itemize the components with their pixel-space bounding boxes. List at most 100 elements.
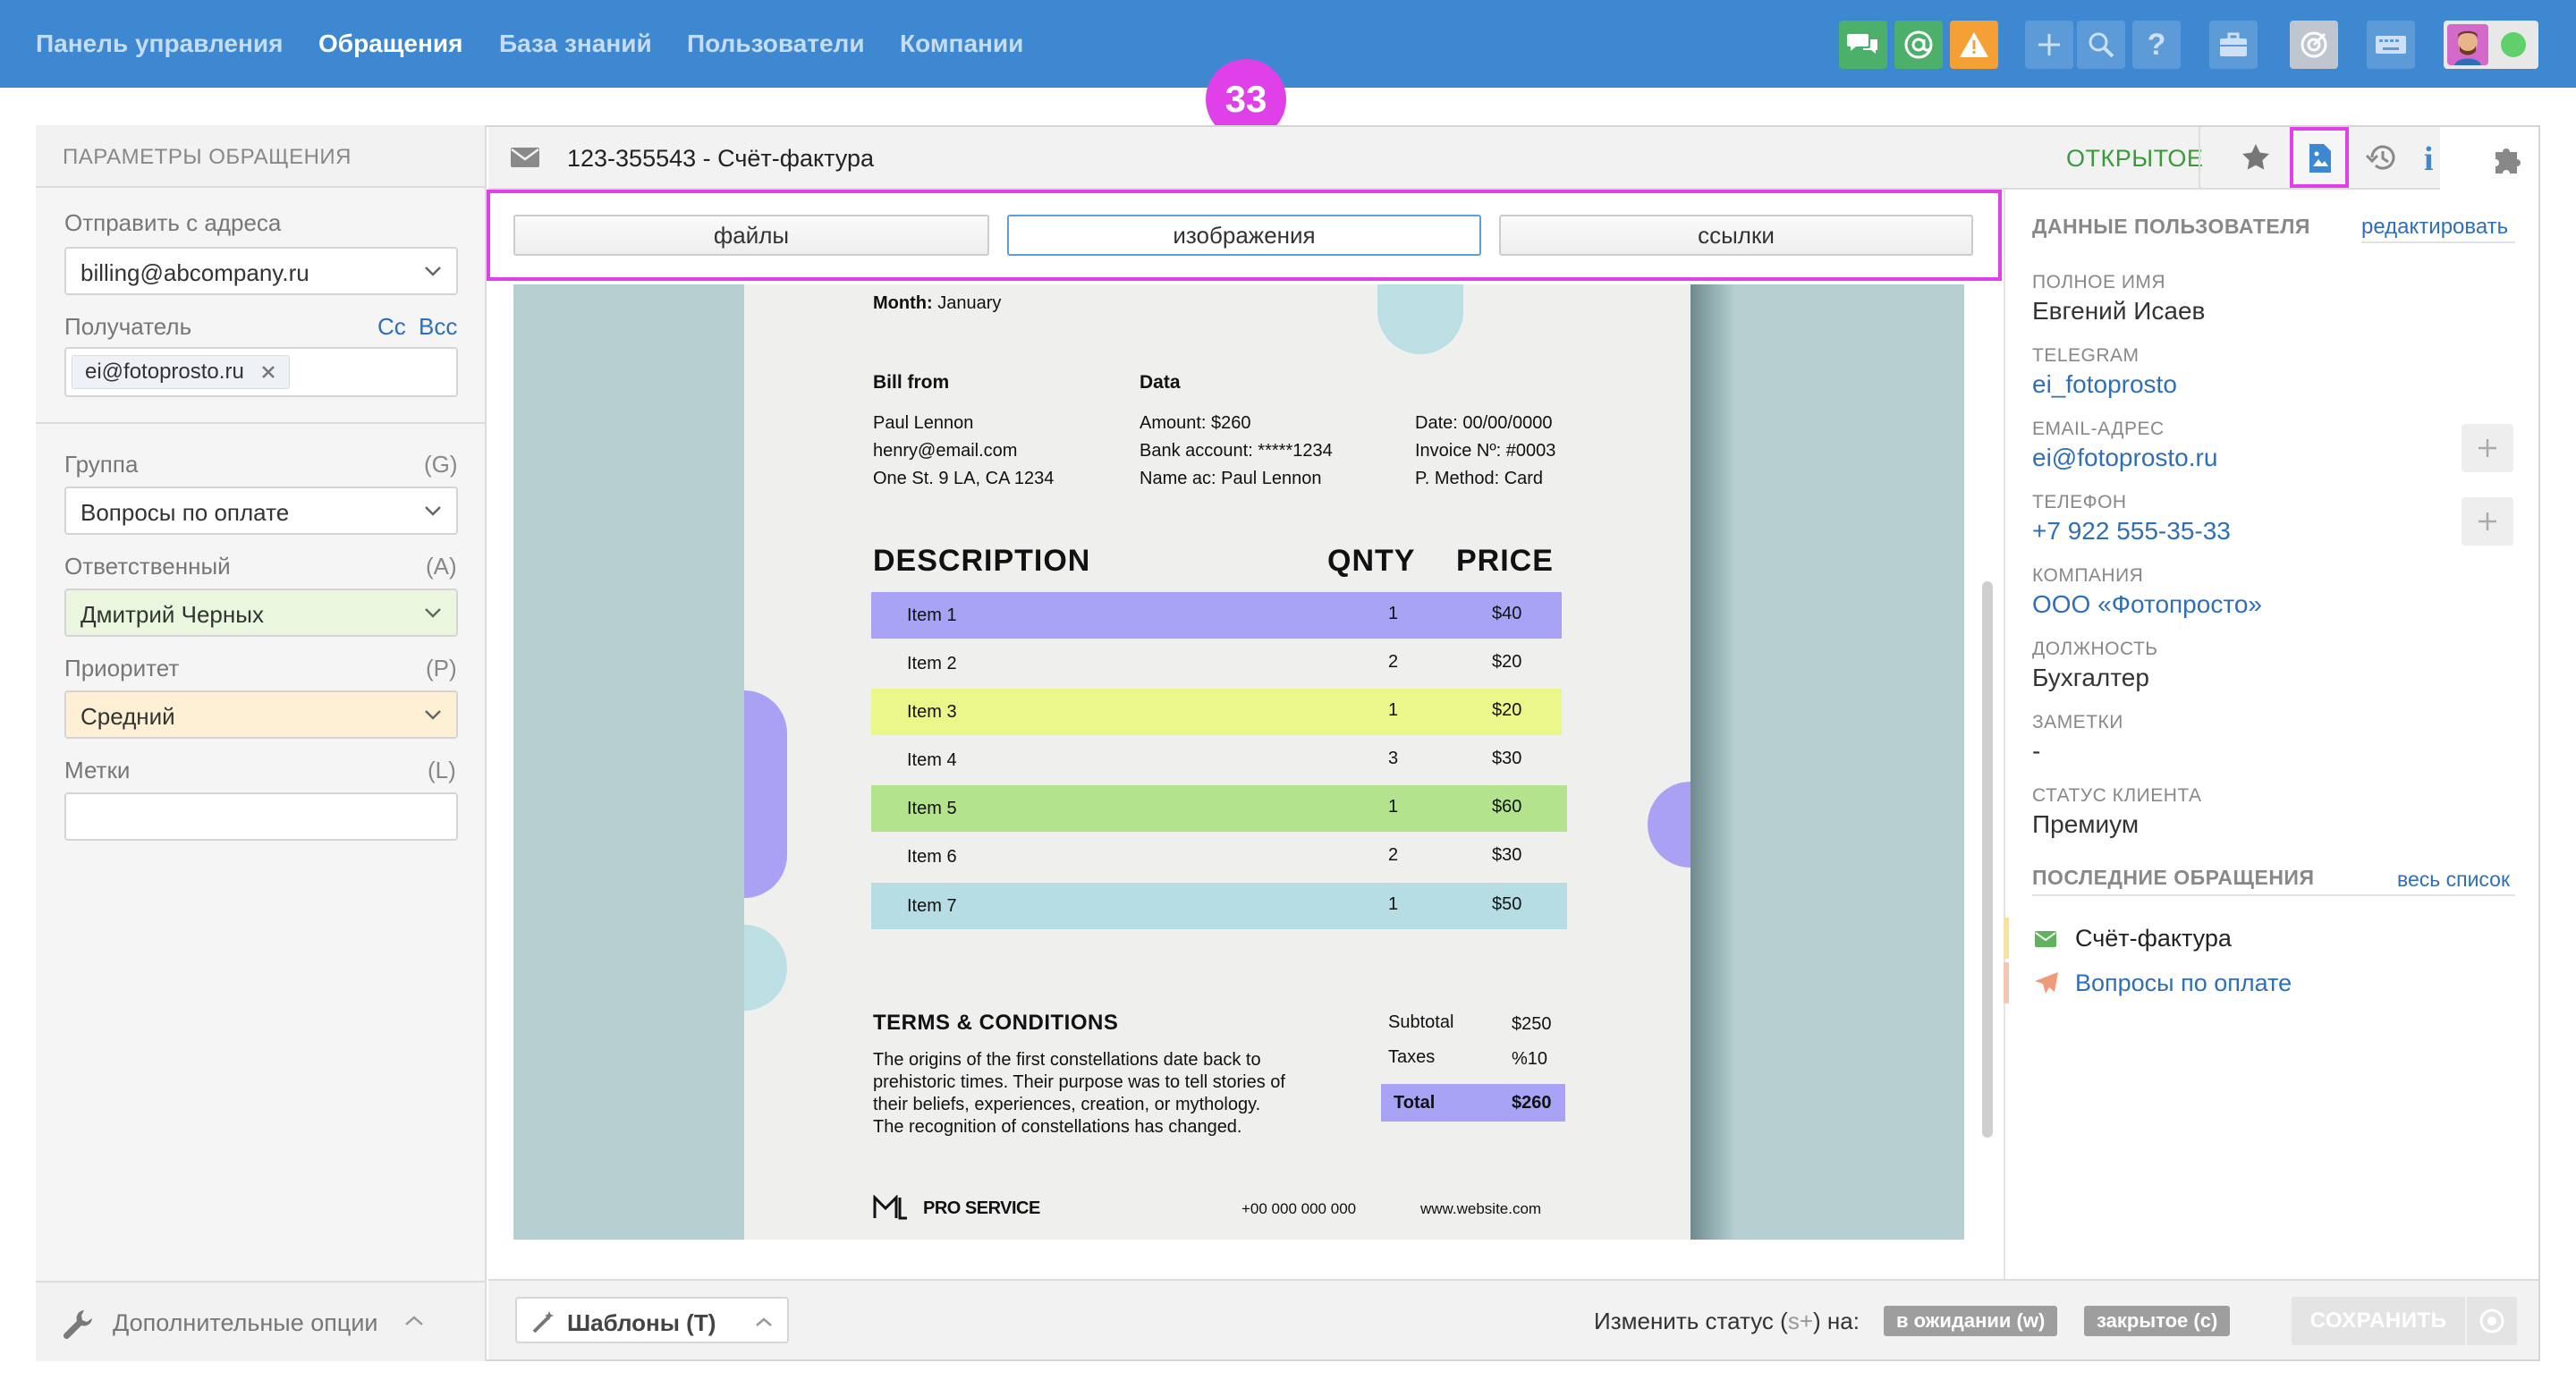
meta-line: P. Method: Card (1415, 469, 1544, 488)
edit-user-link[interactable]: редактировать (2361, 215, 2508, 240)
cc-link[interactable]: Cc (377, 313, 406, 341)
phone-link[interactable]: +7 922 555-35-33 (2032, 517, 2231, 546)
info-icon[interactable]: i (2424, 140, 2434, 179)
save-options-button[interactable] (2467, 1297, 2517, 1345)
save-button[interactable]: СОХРАНИТЬ (2292, 1297, 2465, 1345)
terms-line: prehistoric times. Their purpose was to … (873, 1072, 1285, 1092)
status-pending-button[interactable]: в ожидании (w) (1884, 1306, 2058, 1336)
from-line: Paul Lennon (873, 413, 974, 433)
tags-hotkey: (L) (428, 757, 456, 783)
send-from-value: billing@abcompany.ru (80, 259, 309, 286)
invoice-item-row: Item 4 3 $30 (871, 737, 1562, 783)
add-email-button[interactable] (2462, 424, 2513, 472)
recent-ticket-title: Счёт-фактура (2075, 925, 2232, 952)
group-label: Группа (64, 451, 139, 478)
templates-button[interactable]: Шаблоны (T) (515, 1297, 789, 1343)
help-icon[interactable]: ? (2132, 21, 2181, 69)
target-icon[interactable] (2290, 21, 2338, 69)
warning-icon[interactable] (1950, 21, 1998, 69)
extra-options-bar[interactable]: Дополнительные опции (36, 1281, 485, 1361)
group-value: Вопросы по оплате (80, 499, 290, 526)
panel-header: ПАРАМЕТРЫ ОБРАЩЕНИЯ (36, 125, 485, 188)
invoice-item-row: Item 6 2 $30 (871, 834, 1562, 880)
invoice-item-row: Item 2 2 $20 (871, 640, 1562, 687)
status-badge[interactable]: ОТКРЫТОЕ (2066, 145, 2203, 173)
data-line: Amount: $260 (1140, 413, 1251, 433)
chevron-down-icon (424, 265, 442, 277)
company-link[interactable]: ООО «Фотопросто» (2032, 590, 2262, 619)
full-name-label: ПОЛНОЕ ИМЯ (2032, 272, 2166, 292)
recent-ticket-title: Вопросы по оплате (2075, 969, 2292, 996)
nav-companies[interactable]: Компании (900, 0, 1023, 88)
tab-files[interactable]: файлы (513, 215, 989, 256)
divider (2032, 894, 2515, 896)
invoice-item-price: $20 (1492, 700, 1522, 720)
group-hotkey: (G) (424, 451, 458, 478)
meta-line: Invoice Nº: #0003 (1415, 441, 1556, 461)
recent-ticket-item[interactable]: Вопросы по оплате (2004, 961, 2540, 1005)
keyboard-icon[interactable] (2367, 21, 2415, 69)
client-status-value: Премиум (2032, 810, 2140, 838)
invoice-item-price: $60 (1492, 797, 1522, 817)
paper-plane-icon (2034, 971, 2059, 995)
user-section-title: ДАННЫЕ ПОЛЬЗОВАТЕЛЯ (2032, 215, 2310, 238)
nav-dashboard[interactable]: Панель управления (36, 0, 283, 88)
nav-users[interactable]: Пользователи (687, 0, 865, 88)
decor-shape (1648, 782, 1690, 868)
priority-select[interactable]: Средний (64, 690, 458, 739)
total-label: Total (1394, 1093, 1436, 1113)
status-closed-button[interactable]: закрытое (c) (2084, 1306, 2231, 1336)
at-icon[interactable] (1894, 21, 1943, 69)
add-phone-button[interactable] (2462, 497, 2513, 546)
ticket-status-stripe (2004, 918, 2009, 959)
tab-links[interactable]: ссылки (1499, 215, 1973, 256)
recipient-field[interactable]: ei@fotoprosto.ru (64, 347, 458, 397)
invoice-item-qty: 1 (1388, 894, 1399, 914)
star-icon[interactable] (2240, 141, 2272, 174)
telegram-link[interactable]: ei_fotoprosto (2032, 370, 2177, 399)
position-value: Бухгалтер (2032, 664, 2149, 691)
puzzle-icon[interactable] (2492, 141, 2526, 175)
send-from-select[interactable]: billing@abcompany.ru (64, 247, 458, 295)
magic-wand-icon (531, 1309, 556, 1334)
tags-input[interactable] (64, 792, 458, 841)
brand-logo-icon (873, 1195, 909, 1220)
assignee-select[interactable]: Дмитрий Черных (64, 588, 458, 637)
telegram-label: TELEGRAM (2032, 345, 2140, 366)
email-link[interactable]: ei@fotoprosto.ru (2032, 444, 2217, 472)
invoice-item-name: Item 4 (907, 750, 957, 770)
top-navigation-bar: Панель управления Обращения База знаний … (0, 0, 2576, 88)
chat-icon[interactable] (1839, 21, 1887, 69)
user-menu[interactable] (2444, 21, 2538, 69)
footer-phone: +00 000 000 000 (1241, 1200, 1357, 1217)
meta-line: Date: 00/00/0000 (1415, 413, 1553, 433)
subtotal-value: $250 (1512, 1014, 1552, 1034)
bcc-link[interactable]: Bcc (419, 313, 457, 341)
close-icon[interactable] (260, 364, 276, 380)
total-row: Total $260 (1381, 1084, 1565, 1122)
nav-knowledge-base[interactable]: База знаний (499, 0, 652, 88)
client-status-label: СТАТУС КЛИЕНТА (2032, 785, 2202, 806)
recent-ticket-item[interactable]: Счёт-фактура (2004, 916, 2540, 961)
image-viewer[interactable]: Month: January Bill from Data Paul Lenno… (513, 284, 1964, 1240)
image-file-icon (2308, 143, 2333, 174)
plus-icon[interactable] (2025, 21, 2073, 69)
viewer-scrollbar[interactable] (1982, 581, 1993, 1138)
position-label: ДОЛЖНОСТЬ (2032, 639, 2158, 659)
tab-images[interactable]: изображения (1007, 215, 1481, 256)
search-icon[interactable] (2077, 21, 2125, 69)
briefcase-icon[interactable] (2209, 21, 2258, 69)
attachments-tab-button[interactable] (2290, 127, 2349, 188)
data-heading: Data (1140, 372, 1181, 393)
invoice-item-row: Item 1 1 $40 (871, 592, 1562, 639)
invoice-item-qty: 1 (1388, 797, 1399, 817)
invoice-item-name: Item 2 (907, 654, 957, 673)
history-icon[interactable] (2365, 141, 2399, 174)
all-tickets-link[interactable]: весь список (2397, 868, 2510, 892)
nav-tickets[interactable]: Обращения (318, 0, 462, 88)
month-value: January (937, 293, 1002, 313)
invoice-item-name: Item 3 (907, 702, 957, 722)
decor-circle (1377, 284, 1463, 354)
change-status-hotkey: s+ (1787, 1308, 1813, 1334)
group-select[interactable]: Вопросы по оплате (64, 487, 458, 535)
